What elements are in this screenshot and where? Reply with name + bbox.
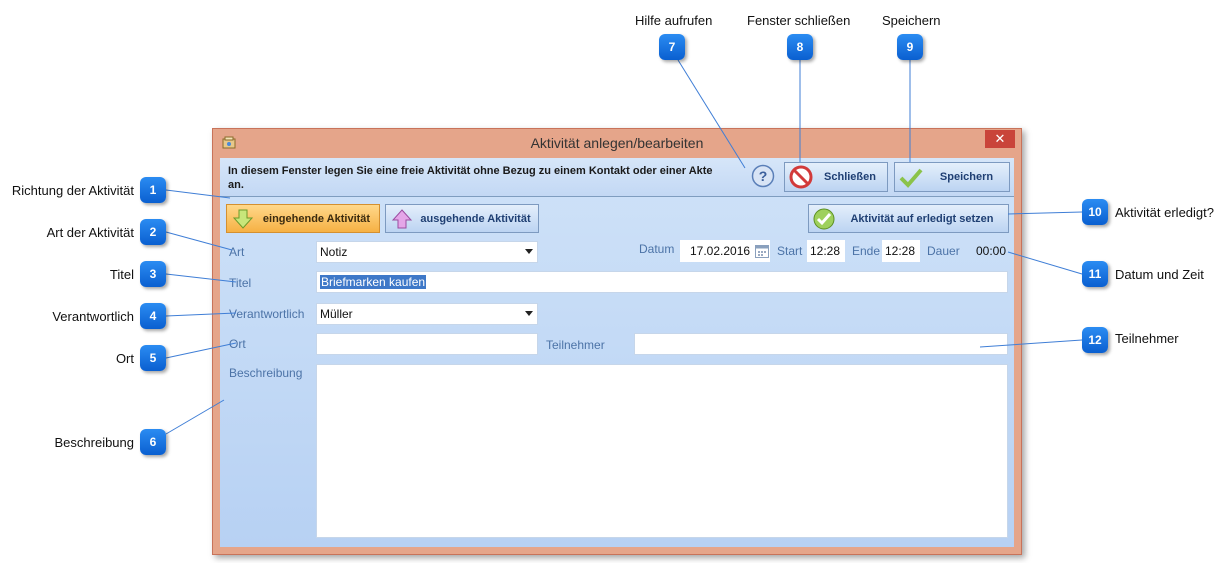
incoming-activity-label: eingehende Aktivität	[262, 212, 371, 225]
art-value: Notiz	[320, 245, 348, 259]
incoming-activity-button[interactable]: eingehende Aktivität	[226, 204, 380, 233]
dauer-label: Dauer	[927, 244, 960, 258]
help-button[interactable]: ?	[751, 164, 775, 188]
mark-done-label: Aktivität auf erledigt setzen	[850, 212, 994, 225]
teilnehmer-input[interactable]	[634, 333, 1008, 355]
title-bar[interactable]: Aktivität anlegen/bearbeiten ✕	[213, 129, 1021, 157]
outgoing-activity-label: ausgehende Aktivität	[420, 212, 531, 225]
art-label: Art	[229, 245, 245, 259]
arrow-down-icon	[232, 209, 254, 229]
callout-label-4: Verantwortlich	[52, 309, 134, 324]
ort-input[interactable]	[316, 333, 538, 355]
save-button-label: Speichern	[939, 171, 994, 183]
callout-label-7: Hilfe aufrufen	[635, 13, 713, 28]
verantwortlich-value: Müller	[320, 307, 353, 321]
callout-label-3: Titel	[109, 267, 134, 282]
info-text: In diesem Fenster legen Sie eine freie A…	[228, 165, 713, 191]
start-value: 12:28	[810, 244, 841, 258]
start-label: Start	[777, 244, 803, 258]
outgoing-activity-button[interactable]: ausgehende Aktivität	[385, 204, 539, 233]
callout-label-11: Datum und Zeit	[1115, 267, 1204, 282]
ende-field[interactable]: 12:28	[882, 240, 920, 262]
callout-badge-12: 12	[1082, 327, 1108, 353]
save-button[interactable]: Speichern	[894, 162, 1010, 192]
callout-badge-6: 6	[140, 429, 166, 455]
callout-label-5: Ort	[115, 351, 134, 366]
callout-badge-4: 4	[140, 303, 166, 329]
ende-label: Ende	[852, 244, 881, 258]
art-dropdown[interactable]: Notiz	[316, 241, 538, 263]
callout-badge-8: 8	[787, 34, 813, 60]
callout-badge-7: 7	[659, 34, 685, 60]
titel-label: Titel	[229, 276, 252, 290]
datum-label: Datum	[639, 242, 675, 256]
window-title: Aktivität anlegen/bearbeiten	[530, 135, 704, 151]
titel-input[interactable]: Briefmarken kaufen	[316, 271, 1008, 293]
svg-text:?: ?	[759, 168, 768, 184]
beschreibung-label: Beschreibung	[229, 366, 303, 380]
info-panel: In diesem Fenster legen Sie eine freie A…	[220, 158, 1014, 197]
titel-value: Briefmarken kaufen	[320, 275, 427, 289]
ort-label: Ort	[229, 337, 246, 351]
callout-label-8: Fenster schließen	[747, 13, 851, 28]
no-entry-icon	[789, 165, 813, 189]
datum-value: 17.02.2016	[690, 244, 751, 258]
callout-label-6: Beschreibung	[54, 435, 135, 450]
activity-dialog: Aktivität anlegen/bearbeiten ✕ In diesem…	[212, 128, 1022, 555]
dauer-value: 00:00	[976, 244, 1007, 258]
window-close-button[interactable]: ✕	[985, 130, 1015, 148]
callout-label-12: Teilnehmer	[1115, 331, 1179, 346]
chevron-down-icon	[525, 249, 533, 254]
help-icon: ?	[751, 164, 775, 188]
verantwortlich-label: Verantwortlich	[229, 307, 305, 321]
callout-label-2: Art der Aktivität	[46, 225, 134, 240]
callout-badge-2: 2	[140, 219, 166, 245]
callout-label-1: Richtung der Aktivität	[11, 183, 134, 198]
callout-label-10: Aktivität erledigt?	[1115, 205, 1214, 220]
close-button-label: Schließen	[824, 171, 876, 183]
callout-badge-10: 10	[1082, 199, 1108, 225]
calendar-icon[interactable]	[755, 244, 769, 258]
check-circle-icon	[813, 208, 835, 229]
dialog-client-area: In diesem Fenster legen Sie eine freie A…	[220, 158, 1014, 547]
callout-badge-3: 3	[140, 261, 166, 287]
mark-done-button[interactable]: Aktivität auf erledigt setzen	[808, 204, 1009, 233]
checkmark-icon	[899, 168, 923, 188]
callout-badge-9: 9	[897, 34, 923, 60]
callout-label-9: Speichern	[882, 13, 941, 28]
close-button[interactable]: Schließen	[784, 162, 888, 192]
teilnehmer-label: Teilnehmer	[546, 338, 605, 352]
callout-badge-11: 11	[1082, 261, 1108, 287]
chevron-down-icon	[525, 311, 533, 316]
arrow-up-icon	[391, 208, 413, 228]
callout-badge-1: 1	[140, 177, 166, 203]
start-field[interactable]: 12:28	[807, 240, 845, 262]
ende-value: 12:28	[885, 244, 916, 258]
beschreibung-textarea[interactable]	[316, 364, 1008, 538]
verantwortlich-dropdown[interactable]: Müller	[316, 303, 538, 325]
callout-badge-5: 5	[140, 345, 166, 371]
